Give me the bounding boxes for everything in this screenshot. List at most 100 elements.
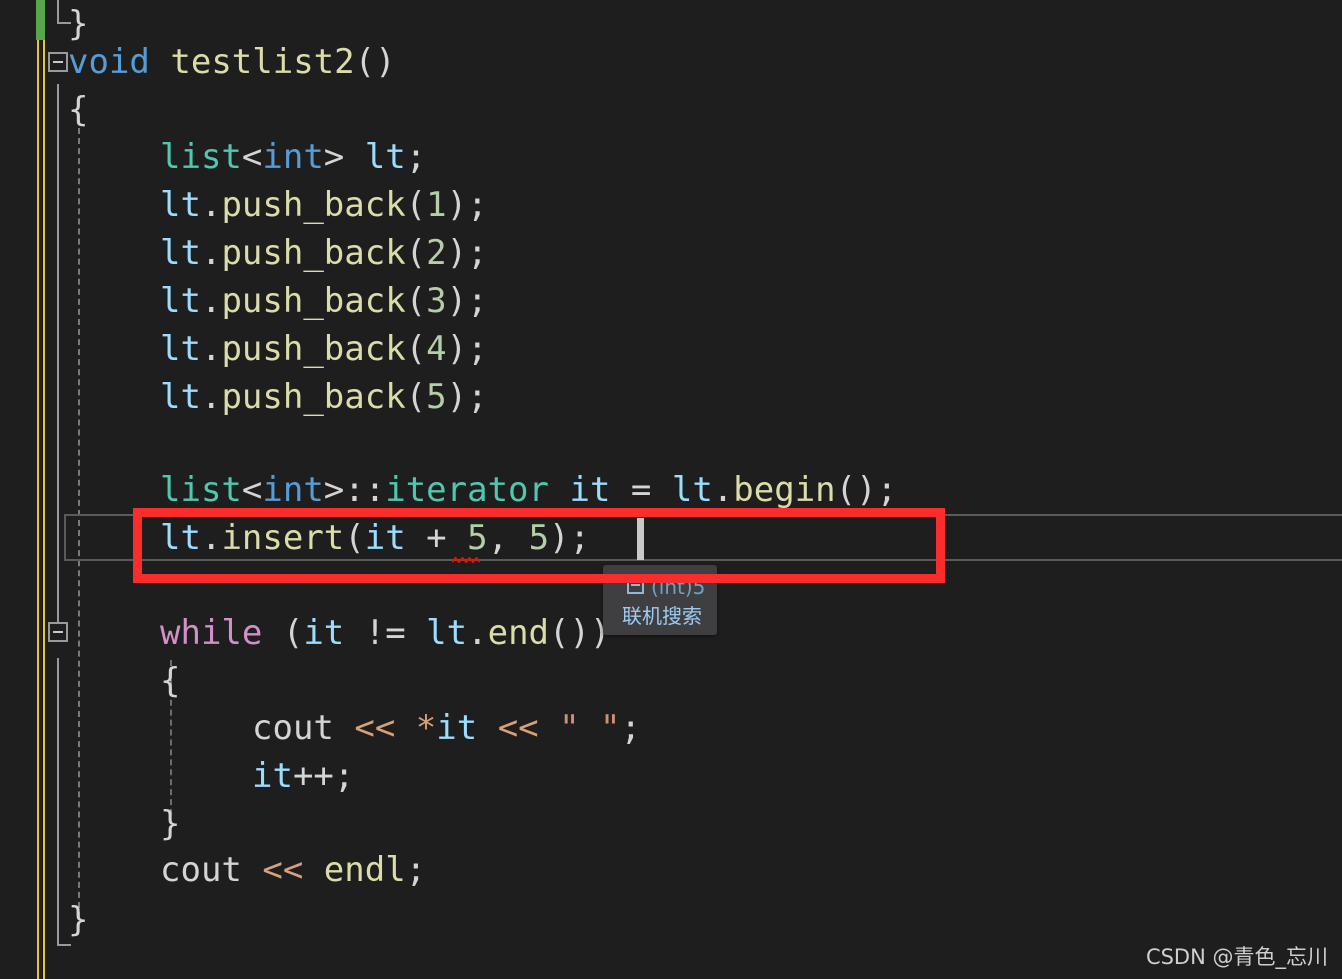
- code-line[interactable]: cout << *it << " ";: [0, 704, 1342, 752]
- code-token: lt: [671, 470, 713, 510]
- text-caret: [637, 518, 644, 560]
- code-token: 4: [426, 329, 447, 369]
- code-token: .: [712, 470, 734, 510]
- code-token: );: [446, 377, 488, 417]
- code-token: *: [415, 708, 437, 748]
- code-token: >: [323, 137, 345, 177]
- code-token: <<: [333, 708, 416, 748]
- code-token: end: [487, 613, 550, 653]
- code-token: it: [364, 518, 406, 558]
- code-line[interactable]: {: [0, 657, 1342, 705]
- code-token: it: [569, 470, 611, 510]
- code-token: lt: [364, 137, 406, 177]
- code-token: int: [262, 137, 324, 177]
- code-token: lt: [426, 613, 468, 653]
- code-line[interactable]: lt.push_back(5);: [0, 373, 1342, 421]
- code-token: (: [405, 233, 427, 273]
- code-line[interactable]: it++;: [0, 752, 1342, 800]
- code-token: ++;: [292, 756, 355, 796]
- code-token: push_back: [221, 329, 406, 369]
- code-token: );: [446, 329, 488, 369]
- code-token: ()): [549, 613, 611, 653]
- code-token: list: [160, 137, 242, 177]
- code-line[interactable]: list<int>::iterator it = lt.begin();: [0, 466, 1342, 514]
- code-line[interactable]: lt.insert(it + 5, 5);: [0, 514, 1342, 562]
- code-token: );: [446, 233, 488, 273]
- code-token: list: [160, 470, 242, 510]
- code-token: .: [200, 377, 222, 417]
- code-token: =: [610, 470, 672, 510]
- code-line[interactable]: void testlist2(): [0, 38, 1342, 86]
- code-token: lt: [160, 281, 201, 321]
- code-token: <: [241, 137, 263, 177]
- code-line[interactable]: list<int> lt;: [0, 133, 1342, 181]
- code-token: ;: [405, 137, 427, 177]
- field-icon: [627, 577, 644, 594]
- code-token: <: [241, 470, 263, 510]
- code-token: (: [405, 281, 427, 321]
- code-line[interactable]: lt.push_back(4);: [0, 325, 1342, 373]
- code-token: <<: [477, 708, 560, 748]
- code-token: );: [446, 185, 488, 225]
- code-token: 1: [426, 185, 447, 225]
- code-line[interactable]: lt.push_back(2);: [0, 229, 1342, 277]
- code-token: begin: [733, 470, 836, 510]
- code-token: );: [549, 518, 590, 558]
- code-token: (: [344, 518, 365, 558]
- code-line[interactable]: }: [0, 896, 1342, 944]
- code-token: push_back: [221, 185, 406, 225]
- code-token: (): [354, 42, 396, 82]
- code-token: .: [200, 185, 222, 225]
- code-token: while: [160, 613, 263, 653]
- code-token: (: [262, 613, 304, 653]
- code-line[interactable]: lt.push_back(3);: [0, 277, 1342, 325]
- code-token: it: [252, 756, 293, 796]
- code-token: ;: [620, 708, 642, 748]
- code-token: lt: [160, 518, 201, 558]
- code-token: it: [436, 708, 478, 748]
- code-token: endl: [323, 850, 406, 890]
- code-line[interactable]: cout << endl;: [0, 846, 1342, 894]
- code-token: .: [200, 233, 222, 273]
- code-token: void: [68, 42, 150, 82]
- code-token: }: [160, 804, 181, 844]
- code-token: 3: [426, 281, 447, 321]
- code-token: 2: [426, 233, 447, 273]
- code-token: it: [303, 613, 345, 653]
- code-token: lt: [160, 233, 201, 273]
- code-token: ();: [835, 470, 898, 510]
- code-line[interactable]: {: [0, 86, 1342, 134]
- code-token: push_back: [221, 281, 406, 321]
- code-line[interactable]: }: [0, 800, 1342, 848]
- code-line[interactable]: lt.push_back(1);: [0, 181, 1342, 229]
- code-token: }: [68, 900, 89, 940]
- code-editor-surface[interactable]: } void testlist2(){list<int> lt; lt.push_b…: [0, 0, 1342, 979]
- code-token: 5: [528, 518, 550, 558]
- code-token: lt: [160, 185, 201, 225]
- code-token: );: [446, 281, 488, 321]
- code-token: .: [200, 518, 222, 558]
- code-token: <<: [241, 850, 324, 890]
- code-token: .: [200, 281, 222, 321]
- code-token: ,: [487, 518, 529, 558]
- code-token: lt: [160, 377, 201, 417]
- watermark-text: CSDN @青色_忘川: [1145, 945, 1328, 969]
- code-token: .: [200, 329, 222, 369]
- quick-info-type-text: (int)5: [651, 575, 706, 599]
- code-token: ;: [405, 850, 427, 890]
- code-token: cout: [160, 850, 242, 890]
- code-token: cout: [252, 708, 334, 748]
- code-token: iterator: [385, 470, 549, 510]
- code-token: push_back: [221, 233, 406, 273]
- quick-info-popup[interactable]: (int)5 联机搜索: [603, 565, 717, 635]
- code-token: testlist2: [170, 42, 355, 82]
- code-token: lt: [160, 329, 201, 369]
- code-lines-container[interactable]: } void testlist2(){list<int> lt; lt.push_b…: [0, 0, 1342, 979]
- code-token: 5: [467, 518, 488, 558]
- online-search-link[interactable]: 联机搜索: [622, 600, 702, 629]
- code-token: {: [68, 90, 89, 130]
- code-token: >::: [323, 470, 386, 510]
